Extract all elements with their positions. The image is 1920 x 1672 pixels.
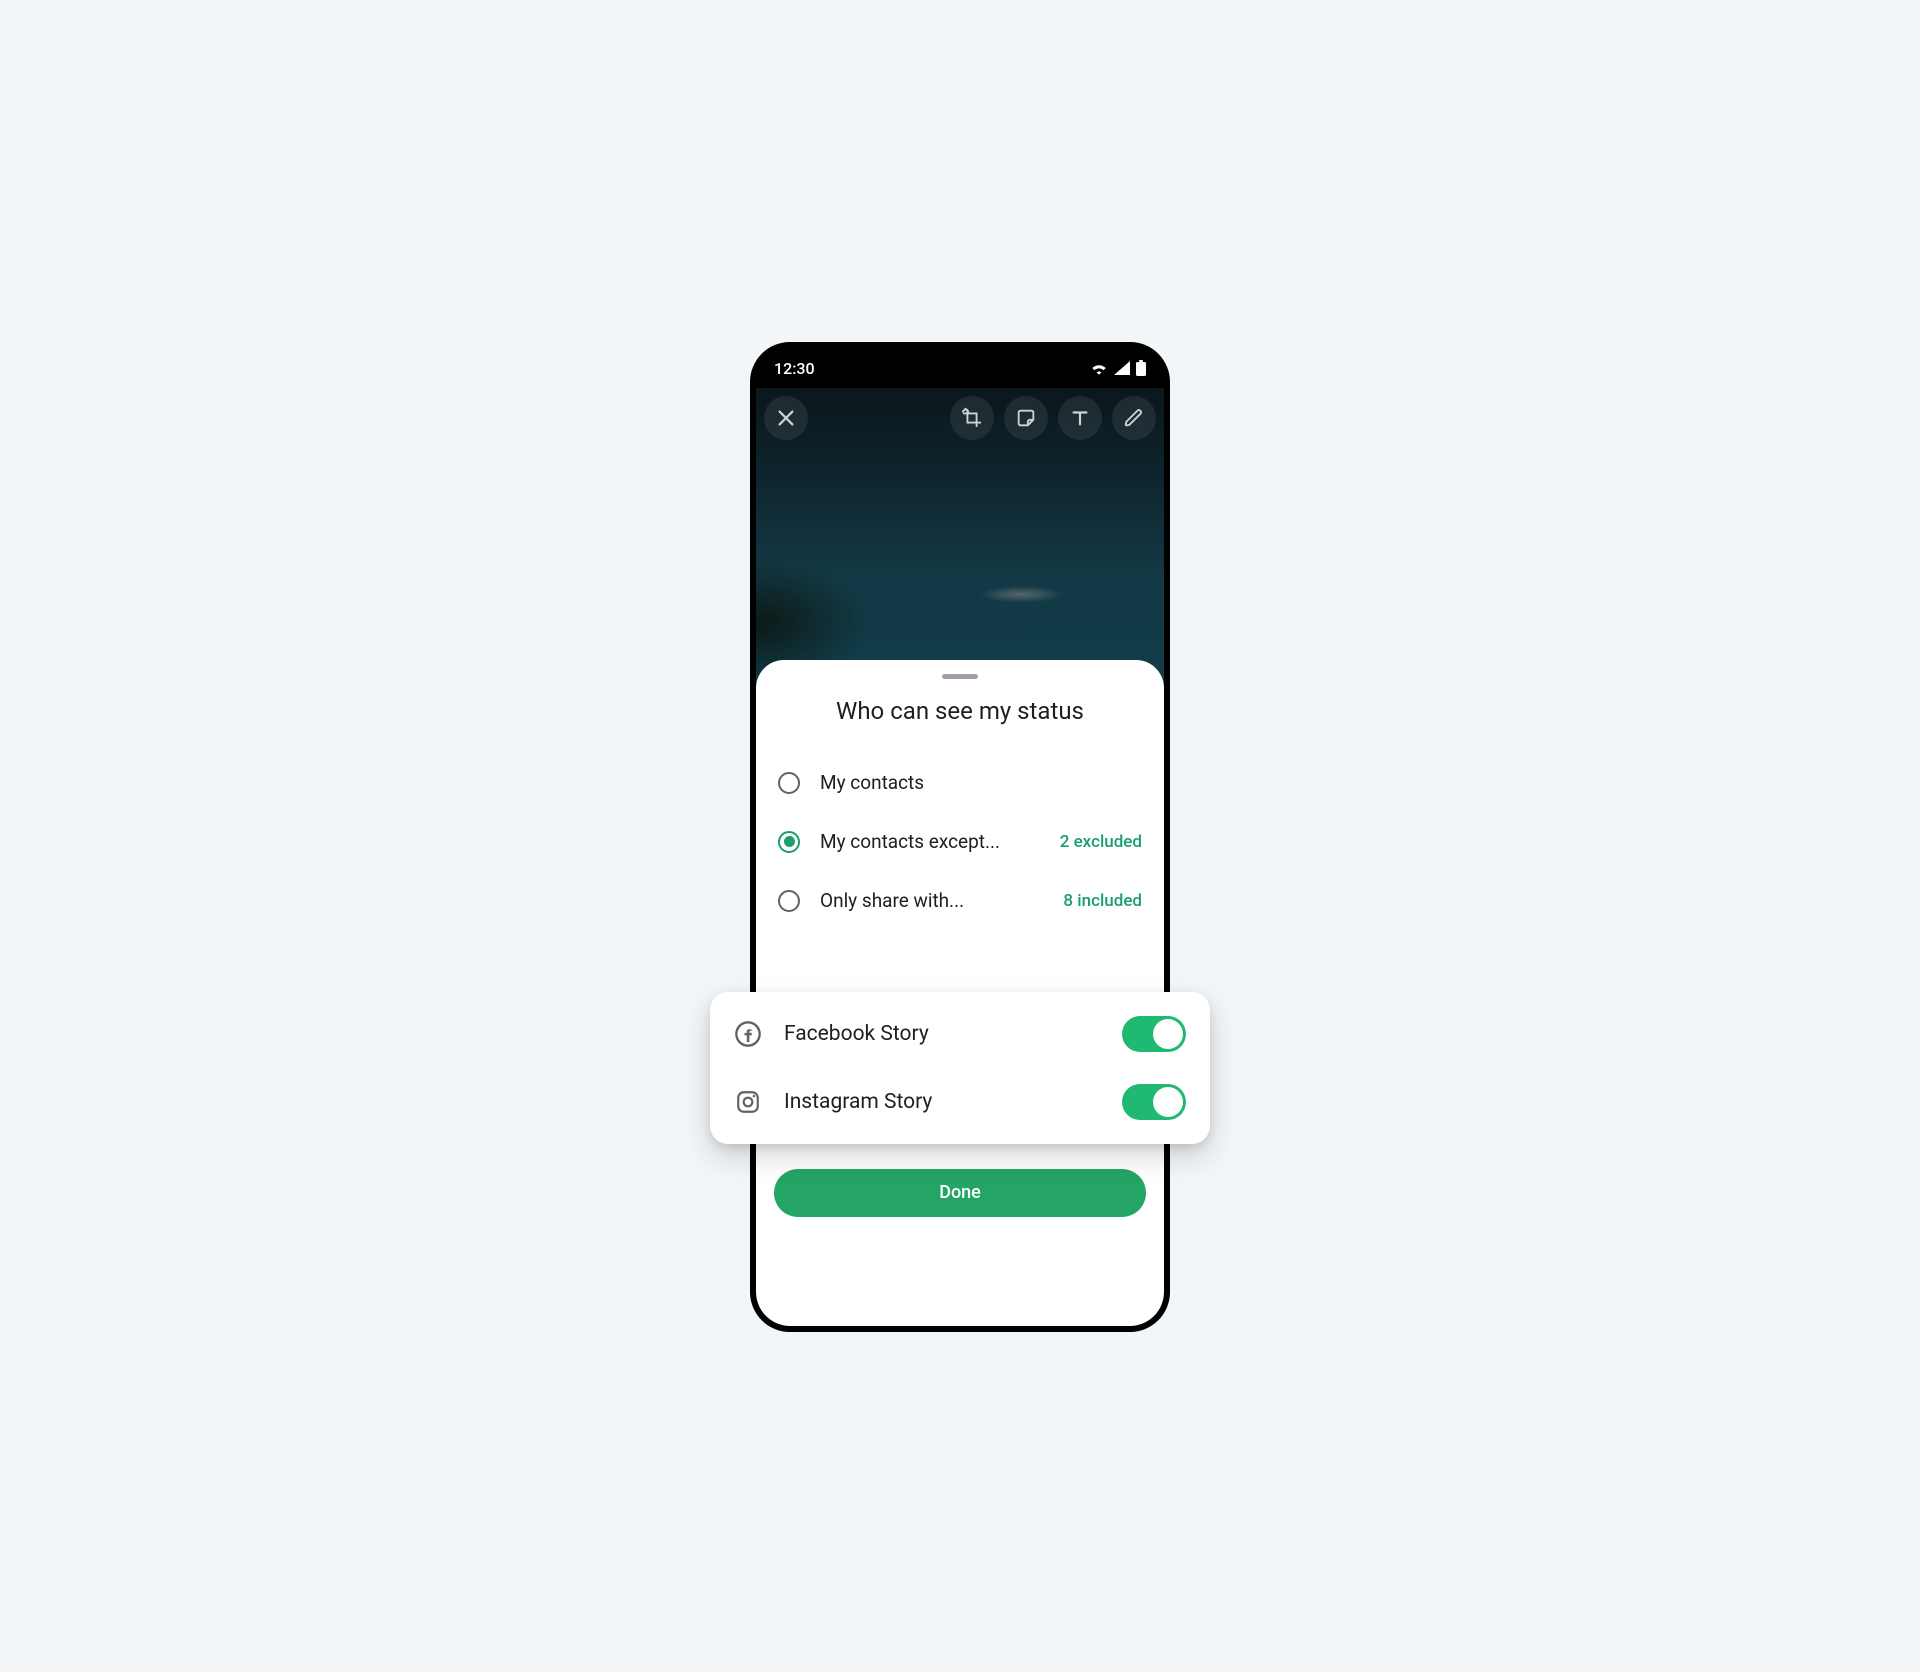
status-indicators	[1090, 360, 1146, 376]
editor-toolbar	[764, 396, 1156, 440]
done-button[interactable]: Done	[774, 1169, 1146, 1217]
option-my-contacts[interactable]: My contacts	[756, 753, 1164, 812]
radio-unchecked-icon	[778, 890, 800, 912]
option-hint: 2 excluded	[1060, 832, 1142, 852]
status-bar: 12:30	[756, 348, 1164, 388]
sticker-icon	[1015, 407, 1037, 429]
facebook-icon	[734, 1020, 762, 1048]
canvas: 12:30	[360, 314, 1560, 1358]
option-label: My contacts	[820, 771, 1142, 794]
battery-icon	[1136, 360, 1146, 376]
draw-button[interactable]	[1112, 396, 1156, 440]
option-label: My contacts except...	[820, 830, 1040, 853]
instagram-toggle[interactable]	[1122, 1084, 1186, 1120]
option-my-contacts-except[interactable]: My contacts except... 2 excluded	[756, 812, 1164, 871]
phone-frame: 12:30	[750, 342, 1170, 1332]
sheet-title: Who can see my status	[756, 697, 1164, 725]
crop-rotate-icon	[961, 407, 983, 429]
pencil-icon	[1124, 408, 1144, 428]
text-button[interactable]	[1058, 396, 1102, 440]
option-label: Only share with...	[820, 889, 1043, 912]
radio-checked-icon	[778, 831, 800, 853]
text-icon	[1069, 407, 1091, 429]
option-only-share-with[interactable]: Only share with... 8 included	[756, 871, 1164, 930]
facebook-toggle[interactable]	[1122, 1016, 1186, 1052]
instagram-icon	[734, 1088, 762, 1116]
status-time: 12:30	[774, 359, 815, 378]
crop-rotate-button[interactable]	[950, 396, 994, 440]
share-instagram-row[interactable]: Instagram Story	[734, 1068, 1186, 1136]
share-label: Facebook Story	[784, 1022, 1100, 1046]
wifi-icon	[1090, 361, 1108, 375]
close-button[interactable]	[764, 396, 808, 440]
option-hint: 8 included	[1063, 891, 1142, 911]
signal-icon	[1114, 361, 1130, 375]
cross-post-card: Facebook Story Instagram Story	[710, 992, 1210, 1144]
share-label: Instagram Story	[784, 1090, 1100, 1114]
sheet-grabber[interactable]	[942, 674, 978, 679]
radio-unchecked-icon	[778, 772, 800, 794]
sticker-button[interactable]	[1004, 396, 1048, 440]
share-facebook-row[interactable]: Facebook Story	[734, 1000, 1186, 1068]
close-icon	[775, 407, 797, 429]
done-button-label: Done	[939, 1182, 981, 1203]
screen: Who can see my status My contacts My con…	[756, 388, 1164, 1326]
